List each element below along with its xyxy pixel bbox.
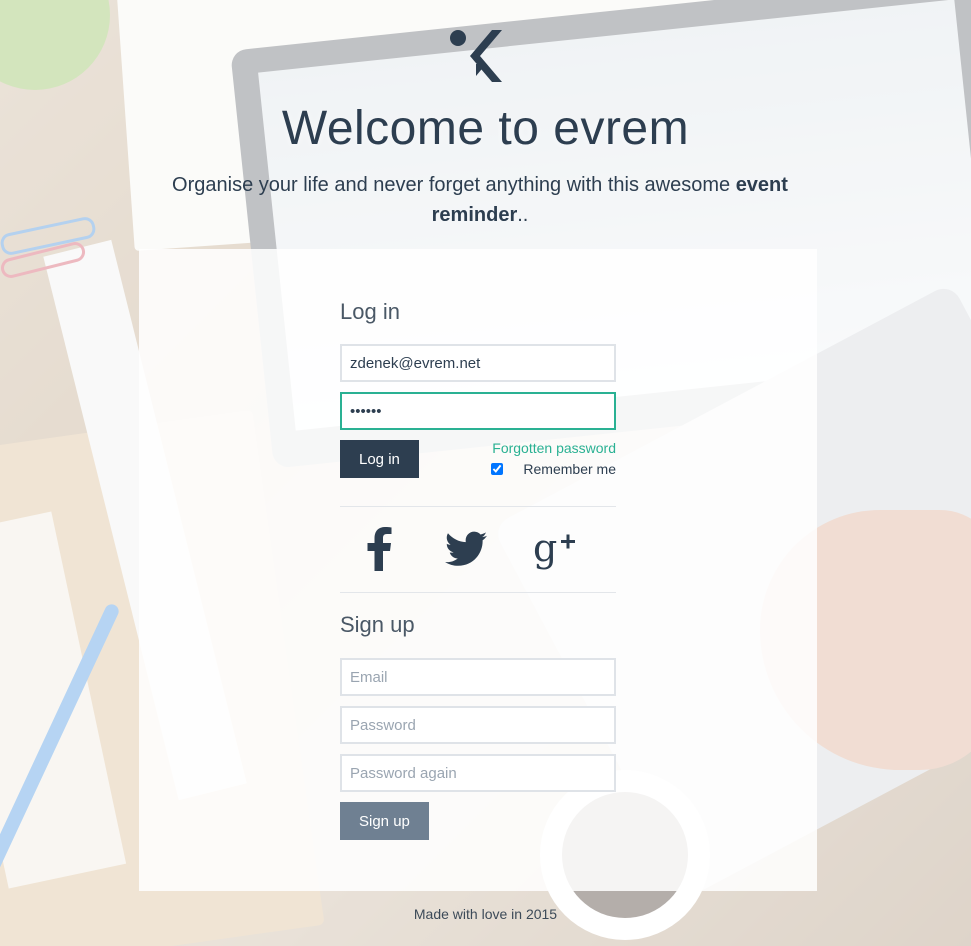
remember-me[interactable]: Remember me — [491, 461, 616, 477]
remember-me-checkbox[interactable] — [491, 463, 504, 475]
tagline-text: Organise your life and never forget anyt… — [172, 174, 731, 196]
login-password-field[interactable] — [340, 392, 616, 430]
login-button[interactable]: Log in — [340, 440, 419, 478]
remember-me-label: Remember me — [523, 461, 616, 477]
evrem-logo — [450, 30, 502, 82]
footer-text: Made with love in 2015 — [413, 906, 558, 922]
signup-password-again-field[interactable] — [340, 754, 616, 792]
page-title: Welcome to evrem — [281, 102, 690, 155]
google-plus-icon[interactable]: g — [526, 519, 586, 579]
divider — [340, 506, 616, 507]
twitter-icon[interactable] — [436, 519, 496, 579]
login-heading: Log in — [340, 299, 400, 324]
tagline: Organise your life and never forget anyt… — [130, 170, 830, 230]
facebook-icon[interactable] — [354, 519, 404, 579]
tagline-suffix: .. — [517, 204, 529, 226]
social-login: g — [340, 519, 616, 579]
signup-heading: Sign up — [340, 612, 415, 637]
signup-button[interactable]: Sign up — [340, 802, 429, 840]
divider — [340, 592, 616, 593]
forgotten-password-link[interactable]: Forgotten password — [492, 440, 616, 456]
login-actions: Log in Forgotten password Remember me — [340, 440, 616, 480]
svg-text:g: g — [533, 527, 557, 570]
signup-email-field[interactable] — [340, 658, 616, 696]
signup-password-field[interactable] — [340, 706, 616, 744]
login-email-field[interactable] — [340, 344, 616, 382]
auth-panel: Log in Log in Forgotten password Remembe… — [139, 249, 817, 891]
